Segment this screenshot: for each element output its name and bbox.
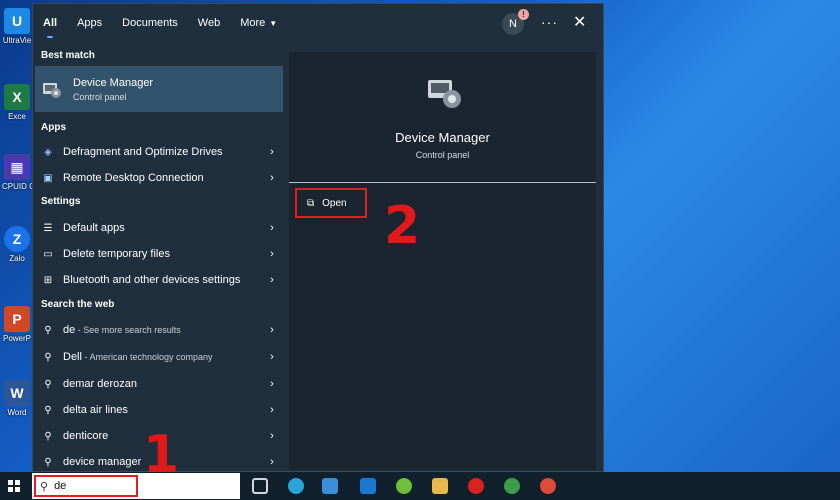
list-item-web-delta[interactable]: ⚲ delta air lines ›	[33, 398, 281, 422]
desktop-icon-label: CPUID C	[2, 182, 32, 191]
open-button[interactable]: ⧉ Open	[295, 188, 367, 218]
divider	[289, 182, 596, 183]
tab-documents[interactable]: Documents	[112, 4, 188, 42]
device-manager-icon	[43, 83, 61, 98]
chrome-icon[interactable]	[504, 478, 520, 494]
remote-desktop-icon: ▣	[43, 172, 53, 184]
excel-icon: X	[4, 84, 30, 110]
search-input[interactable]: ⚲ de	[34, 475, 138, 497]
list-item-web-dell[interactable]: ⚲ Dell - American technology company ›	[33, 345, 281, 369]
caret-down-icon: ▼	[269, 18, 278, 28]
chevron-right-icon: ›	[270, 146, 274, 158]
search-icon: ⚲	[44, 404, 52, 416]
desktop-icon-cpuid[interactable]: ▦ CPUID C	[2, 154, 32, 191]
detail-title: Device Manager	[395, 130, 490, 145]
task-view-icon[interactable]	[252, 478, 268, 494]
defragment-icon: ◈	[44, 146, 52, 158]
open-label: Open	[322, 197, 347, 209]
device-manager-icon	[428, 80, 461, 108]
step-annotation-2: 2	[384, 196, 421, 256]
opera-icon[interactable]	[468, 478, 484, 494]
search-icon: ⚲	[40, 480, 49, 493]
list-item-web-de[interactable]: ⚲ de - See more search results ›	[33, 318, 281, 342]
chrome-profile-icon[interactable]	[540, 478, 556, 494]
ultraviewer-icon: U	[4, 8, 30, 34]
list-item-bluetooth[interactable]: ⊞ Bluetooth and other devices settings ›	[33, 268, 281, 292]
app-icon[interactable]	[396, 478, 412, 494]
search-icon: ⚲	[44, 351, 52, 363]
chevron-right-icon: ›	[270, 172, 274, 184]
search-icon: ⚲	[44, 324, 52, 336]
chevron-right-icon: ›	[270, 378, 274, 390]
search-icon: ⚲	[44, 378, 52, 390]
desktop-icon-excel[interactable]: X Exce	[2, 84, 32, 121]
windows-start-icon[interactable]	[8, 480, 20, 492]
section-search-web: Search the web	[41, 299, 115, 310]
detail-pane: Device Manager Control panel ⧉ Open	[289, 52, 596, 470]
chevron-right-icon: ›	[270, 274, 274, 286]
desktop-icon-label: Word	[7, 408, 27, 417]
desktop-icon-label: Zalo	[9, 254, 25, 263]
tab-web[interactable]: Web	[188, 4, 230, 42]
taskbar: ⚲ de	[0, 472, 840, 500]
close-icon[interactable]: ✕	[573, 12, 586, 32]
store-icon[interactable]	[322, 478, 338, 494]
desktop-icon-label: Exce	[8, 112, 26, 121]
mail-icon[interactable]	[360, 478, 376, 494]
taskbar-search-box[interactable]: ⚲ de	[32, 473, 240, 499]
chevron-right-icon: ›	[270, 324, 274, 336]
notification-badge: !	[518, 9, 529, 20]
list-item-remote-desktop[interactable]: ▣ Remote Desktop Connection ›	[33, 166, 281, 190]
list-item-delete-temp-files[interactable]: ▭ Delete temporary files ›	[33, 242, 281, 266]
devices-icon: ⊞	[43, 274, 53, 286]
section-best-match: Best match	[41, 50, 95, 61]
search-icon: ⚲	[44, 456, 52, 468]
word-icon: W	[4, 380, 30, 406]
list-item-web-demar[interactable]: ⚲ demar derozan ›	[33, 372, 281, 396]
best-match-subtitle: Control panel	[73, 91, 127, 102]
more-options-icon[interactable]: ···	[541, 14, 558, 30]
open-icon: ⧉	[307, 197, 315, 209]
section-apps: Apps	[41, 122, 66, 133]
tab-more[interactable]: More ▼	[230, 4, 287, 42]
chevron-right-icon: ›	[270, 248, 274, 260]
section-settings: Settings	[41, 196, 81, 207]
zalo-icon: Z	[4, 226, 30, 252]
desktop-icon-word[interactable]: W Word	[2, 380, 32, 417]
edge-icon[interactable]	[288, 478, 304, 494]
best-match-device-manager[interactable]: Device Manager Control panel	[35, 66, 283, 112]
start-search-panel: All Apps Documents Web More ▼ N ! ··· ✕ B…	[32, 3, 604, 472]
chevron-right-icon: ›	[270, 351, 274, 363]
results-list: Best match Device Manager Control panel …	[33, 44, 283, 472]
desktop-icon-zalo[interactable]: Z Zalo	[2, 226, 32, 263]
storage-icon: ▭	[43, 248, 53, 260]
tab-apps[interactable]: Apps	[67, 4, 112, 42]
powerpoint-icon: P	[4, 306, 30, 332]
list-item-defragment[interactable]: ◈ Defragment and Optimize Drives ›	[33, 140, 281, 164]
file-explorer-icon[interactable]	[432, 478, 448, 494]
default-apps-icon: ☰	[43, 222, 53, 234]
search-icon: ⚲	[44, 430, 52, 442]
chevron-right-icon: ›	[270, 456, 274, 468]
desktop-icon-ultraviewer[interactable]: U UltraVie	[2, 8, 32, 45]
best-match-title: Device Manager	[73, 76, 154, 89]
chevron-right-icon: ›	[270, 404, 274, 416]
tab-all[interactable]: All	[33, 4, 67, 42]
list-item-default-apps[interactable]: ☰ Default apps ›	[33, 216, 281, 240]
desktop-icon-label: UltraVie	[2, 36, 32, 45]
detail-subtitle: Control panel	[415, 150, 470, 160]
chevron-right-icon: ›	[270, 430, 274, 442]
desktop-icon-label: PowerP	[2, 334, 31, 343]
desktop-icon-powerpoint[interactable]: P PowerP	[2, 306, 32, 343]
cpuid-icon: ▦	[4, 154, 30, 180]
search-value: de	[54, 480, 67, 492]
chevron-right-icon: ›	[270, 222, 274, 234]
